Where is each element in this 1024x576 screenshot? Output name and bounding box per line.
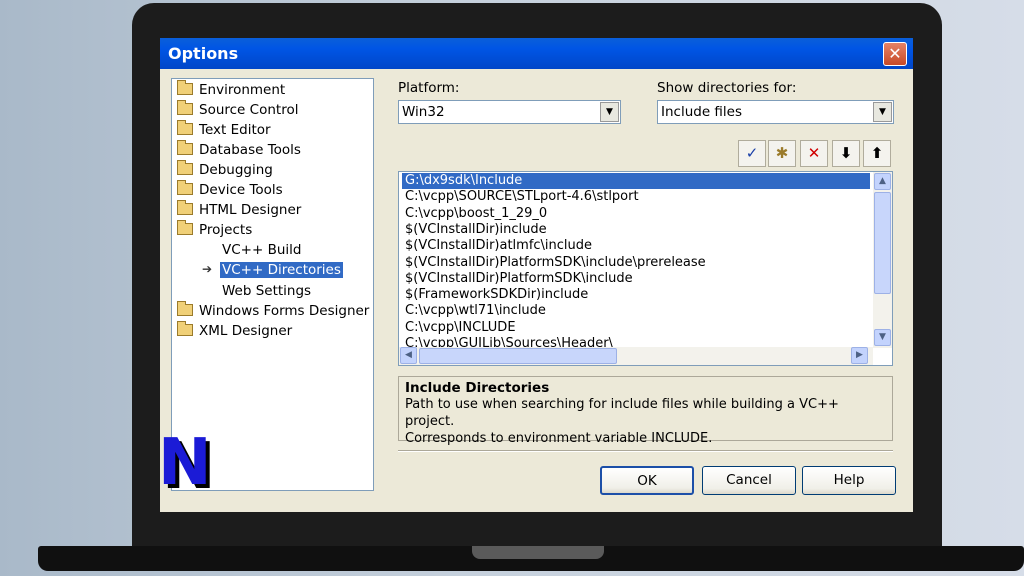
- title-bar: Options ✕: [160, 38, 913, 69]
- platform-select[interactable]: Win32 ▼: [398, 100, 621, 124]
- separator: [398, 450, 893, 452]
- scroll-right-icon[interactable]: ▶: [851, 347, 868, 364]
- tree-item[interactable]: Windows Forms Designer: [177, 301, 370, 321]
- scroll-up-icon[interactable]: ▲: [874, 173, 891, 190]
- tree-item[interactable]: Web Settings: [222, 282, 311, 301]
- tree-item-label: Text Editor: [199, 122, 271, 138]
- directory-row[interactable]: G:\dx9sdk\Include: [402, 173, 870, 189]
- options-dialog: Options ✕ Environment Source Control Text …: [160, 38, 913, 512]
- directory-row[interactable]: C:\vcpp\INCLUDE: [402, 320, 519, 336]
- tree-item[interactable]: VC++ Build: [222, 241, 301, 260]
- tree-item-label: Source Control: [199, 102, 299, 118]
- move-up-button[interactable]: ⬆: [863, 140, 891, 167]
- folder-icon: [177, 321, 193, 336]
- description-title: Include Directories: [405, 380, 550, 396]
- directory-row[interactable]: $(VCInstallDir)PlatformSDK\include\prere…: [402, 255, 709, 271]
- check-button[interactable]: ✓: [738, 140, 766, 167]
- window-title: Options: [168, 44, 239, 63]
- folder-icon: [177, 80, 193, 95]
- arrow-down-icon: ⬇: [839, 144, 853, 162]
- directory-row[interactable]: C:\vcpp\boost_1_29_0: [402, 206, 550, 222]
- folder-open-icon: [177, 220, 193, 235]
- tree-item-label: Web Settings: [222, 283, 312, 299]
- directory-row[interactable]: C:\vcpp\wtl71\include: [402, 303, 549, 319]
- arrow-right-icon: ➔: [202, 262, 213, 276]
- tree-item[interactable]: Source Control: [177, 100, 299, 120]
- tree-item-label: Debugging: [199, 162, 273, 178]
- directory-row[interactable]: $(FrameworkSDKDir)include: [402, 287, 591, 303]
- tree-item[interactable]: HTML Designer: [177, 200, 302, 220]
- scroll-down-icon[interactable]: ▼: [874, 329, 891, 346]
- delete-icon: ✕: [807, 144, 821, 162]
- platform-label: Platform:: [398, 80, 460, 96]
- tree-item-label: Projects: [199, 222, 253, 238]
- folder-icon: [177, 120, 193, 135]
- directory-row[interactable]: $(VCInstallDir)PlatformSDK\include: [402, 271, 636, 287]
- directory-row[interactable]: C:\vcpp\SOURCE\STLport-4.6\stlport: [402, 189, 642, 205]
- folder-icon: [177, 160, 193, 175]
- laptop-notch: [472, 546, 604, 559]
- cancel-button[interactable]: Cancel: [702, 466, 796, 495]
- delete-button[interactable]: ✕: [800, 140, 828, 167]
- vertical-scrollbar[interactable]: ▲ ▼: [873, 172, 892, 348]
- horizontal-scrollbar[interactable]: ◀ ▶: [399, 347, 873, 365]
- tree-item-label: Device Tools: [199, 182, 283, 198]
- new-folder-button[interactable]: ✱: [768, 140, 796, 167]
- tree-item[interactable]: Debugging: [177, 160, 273, 180]
- folder-icon: [177, 100, 193, 115]
- description-line-1: Path to use when searching for include f…: [405, 397, 839, 429]
- tree-item-label: Database Tools: [199, 142, 301, 158]
- tree-item[interactable]: XML Designer: [177, 321, 293, 341]
- tree-item[interactable]: Projects: [177, 220, 253, 240]
- close-icon: ✕: [888, 44, 902, 63]
- tree-item-label: Windows Forms Designer: [199, 303, 370, 319]
- show-directories-label: Show directories for:: [657, 80, 797, 96]
- tree-item-label: Environment: [199, 82, 286, 98]
- folder-icon: [177, 140, 193, 155]
- move-down-button[interactable]: ⬇: [832, 140, 860, 167]
- platform-value: Win32: [402, 104, 445, 120]
- tree-item-label: VC++ Build: [222, 242, 302, 258]
- horizontal-scroll-thumb[interactable]: [419, 348, 617, 364]
- tree-item[interactable]: Database Tools: [177, 140, 301, 160]
- arrow-up-icon: ⬆: [870, 144, 884, 162]
- tree-item-label: HTML Designer: [199, 202, 302, 218]
- close-button[interactable]: ✕: [883, 42, 907, 66]
- n-logo: N: [158, 426, 212, 500]
- tree-item[interactable]: Device Tools: [177, 180, 283, 200]
- check-icon: ✓: [745, 144, 759, 162]
- vertical-scroll-thumb[interactable]: [874, 192, 891, 294]
- show-directories-value: Include files: [661, 104, 743, 120]
- directory-row[interactable]: $(VCInstallDir)include: [402, 222, 550, 238]
- tree-item-label: VC++ Directories: [220, 262, 343, 278]
- ok-button[interactable]: OK: [600, 466, 694, 495]
- tree-item-label: XML Designer: [199, 323, 293, 339]
- folder-icon: [177, 180, 193, 195]
- folder-icon: [177, 301, 193, 316]
- tree-item[interactable]: Text Editor: [177, 120, 271, 140]
- show-directories-select[interactable]: Include files ▼: [657, 100, 894, 124]
- chevron-down-icon[interactable]: ▼: [600, 102, 619, 122]
- tree-item[interactable]: Environment: [177, 80, 286, 100]
- new-folder-icon: ✱: [775, 144, 789, 162]
- help-button[interactable]: Help: [802, 466, 896, 495]
- folder-icon: [177, 200, 193, 215]
- directory-row[interactable]: $(VCInstallDir)atlmfc\include: [402, 238, 595, 254]
- description-line-2: Corresponds to environment variable INCL…: [405, 431, 713, 446]
- chevron-down-icon[interactable]: ▼: [873, 102, 892, 122]
- tree-item[interactable]: VC++ Directories: [220, 261, 343, 280]
- directories-list[interactable]: C:\vcpp\GUILib\Sources\Header\ C:\vcpp\IN…: [398, 171, 893, 366]
- scroll-left-icon[interactable]: ◀: [400, 347, 417, 364]
- description-panel: Include Directories Path to use when sea…: [398, 376, 893, 446]
